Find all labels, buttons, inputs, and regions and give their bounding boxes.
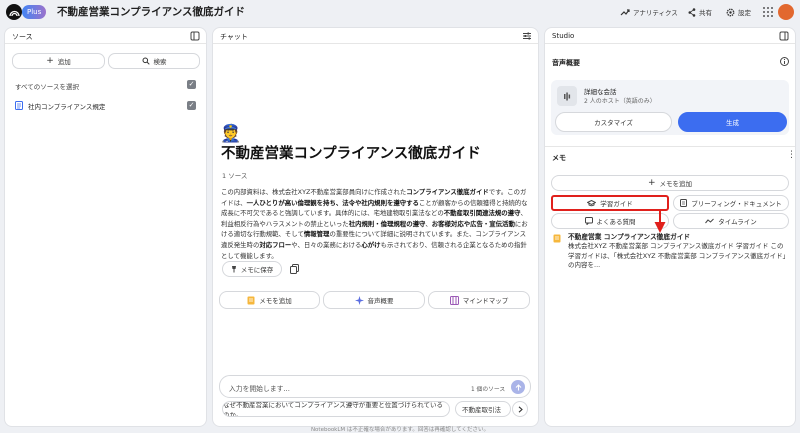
save-to-note-label: メモに保存 bbox=[240, 266, 274, 274]
notebook-heading: 不動産営業コンプライアンス徹底ガイド bbox=[221, 146, 481, 162]
divider bbox=[545, 146, 795, 147]
search-sparkle-icon bbox=[142, 57, 150, 65]
source-item-checkbox[interactable]: ✓ bbox=[187, 101, 196, 110]
study-guide-label: 学習ガイド bbox=[600, 200, 633, 208]
school-icon bbox=[587, 199, 597, 206]
customize-button[interactable]: カスタマイズ bbox=[555, 112, 672, 132]
source-item-label[interactable]: 社内コンプライアンス規定 bbox=[28, 101, 105, 111]
add-memo-label: メモを追加 bbox=[659, 180, 693, 188]
add-note-label: メモを追加 bbox=[259, 297, 292, 305]
sources-panel: ソース + 追加 検索 すべてのソースを選択 ✓ 社内コンプライアンス規定 ✓ bbox=[4, 27, 207, 427]
memo-title: メモ bbox=[552, 154, 566, 162]
add-source-label: 追加 bbox=[57, 58, 71, 66]
trending-icon bbox=[620, 9, 630, 16]
briefing-doc-label: ブリーフィング・ドキュメント bbox=[691, 200, 782, 208]
timeline-button[interactable]: タイムライン bbox=[673, 213, 789, 229]
note-icon bbox=[247, 296, 255, 304]
mind-map-icon bbox=[449, 295, 459, 305]
discover-source-label: 検索 bbox=[153, 58, 167, 66]
pin-icon bbox=[231, 266, 236, 273]
document-icon bbox=[15, 101, 23, 110]
note-title: 不動産営業 コンプライアンス徹底ガイド bbox=[568, 233, 691, 241]
chat-input[interactable]: 入力を開始します... bbox=[229, 383, 290, 393]
faq-icon bbox=[584, 217, 593, 225]
discover-source-button[interactable]: 検索 bbox=[108, 53, 200, 69]
notebook-summary: この内部資料は、株式会社XYZ不動産営業部員向けに作成されたコンプライアンス徹底… bbox=[221, 188, 528, 260]
audio-overview-label: 音声概要 bbox=[367, 297, 394, 305]
avatar[interactable] bbox=[778, 4, 794, 20]
mind-map-label: マインドマップ bbox=[462, 297, 509, 305]
save-to-note-button[interactable]: メモに保存 bbox=[222, 261, 282, 277]
generate-label: 生成 bbox=[726, 119, 739, 127]
suggestions-next-button[interactable] bbox=[512, 401, 528, 417]
share-label: 共有 bbox=[699, 9, 712, 17]
note-icon bbox=[553, 234, 561, 243]
analytics-button[interactable]: アナリティクス bbox=[620, 5, 678, 19]
select-all-checkbox[interactable]: ✓ bbox=[187, 80, 196, 89]
note-item[interactable]: 不動産営業 コンプライアンス徹底ガイド 株式会社XYZ 不動産営業部 コンプライ… bbox=[568, 233, 790, 271]
sources-header: ソース bbox=[5, 28, 206, 44]
timeline-icon bbox=[705, 218, 715, 224]
faq-button[interactable]: よくある質問 bbox=[551, 213, 669, 229]
audio-card-title: 詳細な会話 bbox=[584, 88, 617, 96]
study-guide-button[interactable]: 学習ガイド bbox=[551, 195, 669, 211]
sparkle-icon bbox=[354, 295, 364, 305]
share-button[interactable]: 共有 bbox=[688, 5, 712, 19]
select-all-label: すべてのソースを選択 bbox=[15, 83, 79, 91]
panel-collapse-icon[interactable] bbox=[779, 31, 789, 41]
plus-icon: + bbox=[46, 55, 54, 66]
suggestion-chip[interactable]: なぜ不動産営業においてコンプライアンス遵守が重要と位置づけられているのか。 bbox=[222, 401, 450, 417]
faq-label: よくある質問 bbox=[596, 218, 636, 226]
studio-title: Studio bbox=[552, 32, 575, 40]
audio-overview-title: 音声概要 bbox=[552, 59, 580, 67]
chat-header: チャット bbox=[213, 28, 538, 44]
generate-button[interactable]: 生成 bbox=[678, 112, 787, 132]
add-note-button[interactable]: メモを追加 bbox=[219, 291, 320, 309]
plus-badge: Plus bbox=[22, 5, 47, 19]
send-arrow-icon bbox=[515, 383, 521, 390]
chat-title: チャット bbox=[220, 33, 248, 41]
document-icon bbox=[680, 199, 688, 207]
sources-title: ソース bbox=[12, 33, 33, 41]
timeline-label: タイムライン bbox=[718, 218, 757, 226]
source-count: 1 ソース bbox=[222, 172, 248, 180]
suggestion-label-2: 不動産取引法 bbox=[462, 406, 501, 414]
share-icon bbox=[688, 7, 696, 17]
note-preview: 株式会社XYZ 不動産営業部 コンプライアンス徹底ガイド 学習ガイド この学習ガ… bbox=[568, 242, 790, 269]
panel-collapse-icon[interactable] bbox=[190, 31, 200, 41]
notebook-emoji-icon: 👮 bbox=[220, 124, 242, 144]
red-arrow-annotation bbox=[654, 209, 666, 233]
audio-card-icon bbox=[557, 86, 577, 106]
customize-label: カスタマイズ bbox=[594, 119, 633, 127]
briefing-doc-button[interactable]: ブリーフィング・ドキュメント bbox=[673, 195, 789, 211]
notebook-title[interactable]: 不動産営業コンプライアンス徹底ガイド bbox=[57, 4, 245, 20]
send-button[interactable] bbox=[511, 380, 525, 394]
settings-button[interactable]: 設定 bbox=[726, 5, 751, 19]
top-bar: Plus 不動産営業コンプライアンス徹底ガイド アナリティクス 共有 設定 bbox=[0, 0, 800, 24]
add-memo-button[interactable]: + メモを追加 bbox=[551, 175, 789, 191]
info-icon[interactable] bbox=[780, 57, 789, 66]
studio-header: Studio bbox=[545, 28, 795, 44]
audio-overview-button[interactable]: 音声概要 bbox=[323, 291, 425, 309]
audio-card-subtitle: 2 人のホスト（英語のみ） bbox=[584, 98, 656, 105]
suggestion-chip-2[interactable]: 不動産取引法 bbox=[455, 401, 511, 417]
analytics-label: アナリティクス bbox=[633, 9, 678, 17]
waveform-icon bbox=[564, 92, 571, 100]
copy-icon[interactable] bbox=[290, 264, 299, 274]
gear-icon bbox=[726, 8, 735, 16]
chevron-right-icon bbox=[518, 405, 523, 413]
apps-grid-icon[interactable] bbox=[763, 7, 773, 17]
mind-map-button[interactable]: マインドマップ bbox=[428, 291, 530, 309]
suggestion-label: なぜ不動産営業においてコンプライアンス遵守が重要と位置づけられているのか。 bbox=[223, 401, 444, 417]
more-vert-icon[interactable]: ⋮ bbox=[787, 151, 796, 160]
input-source-count: 1 個のソース bbox=[471, 387, 506, 393]
add-source-button[interactable]: + 追加 bbox=[12, 53, 105, 69]
settings-label: 設定 bbox=[738, 9, 751, 17]
tune-icon[interactable] bbox=[522, 31, 532, 41]
notebooklm-logo-icon[interactable] bbox=[6, 4, 22, 20]
plus-icon: + bbox=[647, 177, 656, 188]
chat-input-box[interactable]: 入力を開始します... 1 個のソース bbox=[219, 375, 531, 398]
